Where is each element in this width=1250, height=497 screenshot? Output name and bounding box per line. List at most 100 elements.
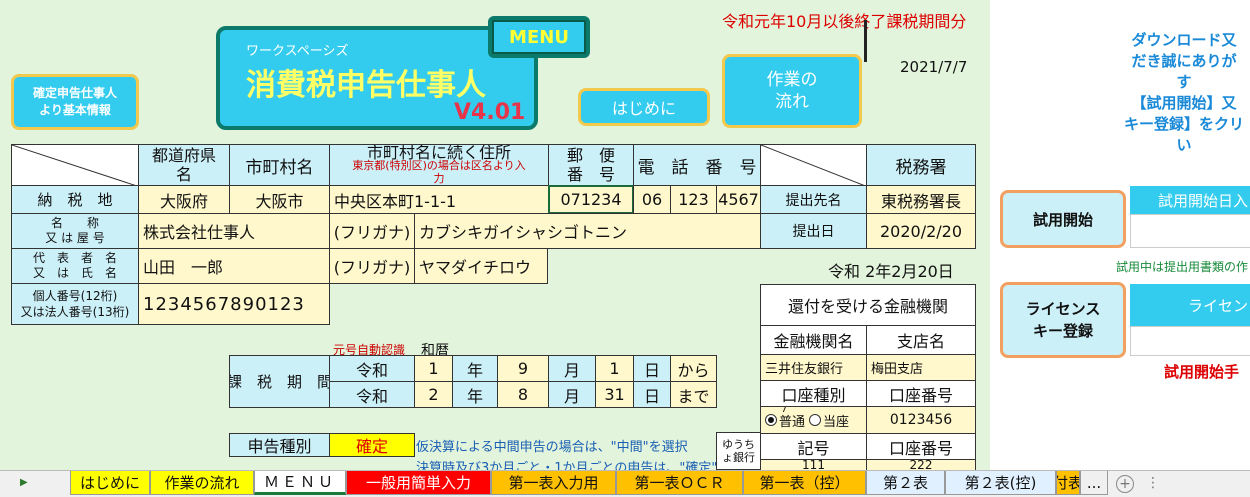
account-number-header: 口座番号	[866, 380, 976, 407]
trial-note: 試用中は提出用書類の作	[1116, 260, 1249, 274]
trial-date-input[interactable]	[1130, 214, 1250, 248]
yucho-number-header: 口座番号	[866, 433, 976, 460]
period-cell[interactable]: 1	[595, 355, 634, 382]
number-label: 個人番号(12桁) 又は法人番号(13桁)	[11, 283, 139, 325]
period-label: 課 税 期 間	[229, 355, 330, 408]
trial-button[interactable]: 試用開始	[1000, 190, 1126, 248]
sheet-tab[interactable]: 付表	[1056, 471, 1080, 495]
sheet-tab[interactable]: ...	[1080, 471, 1108, 495]
address-header: 市町村名に続く住所 東京都(特別区)の場合は区名より入力	[329, 144, 549, 186]
company-kana[interactable]: カブシキガイシャシゴトニン	[414, 213, 761, 249]
small-seven: 7	[781, 406, 788, 415]
bank-title: 還付を受ける金融機関	[760, 284, 976, 326]
basic-info-button[interactable]: 確定申告仕事人 より基本情報	[11, 74, 139, 130]
license-button[interactable]: ライセンス キー登録	[1000, 282, 1126, 358]
corner-cell	[11, 144, 139, 186]
branch-header: 支店名	[866, 325, 976, 355]
diagonal-line	[761, 145, 865, 185]
period-cell[interactable]: まで	[670, 381, 717, 408]
filing-type-label: 申告種別	[229, 433, 330, 457]
sheet-tab[interactable]: 第一表ＯＣＲ	[616, 471, 743, 495]
tax-office-header: 税務署	[866, 144, 976, 186]
pref-header: 都道府県名	[138, 144, 230, 186]
period-cell[interactable]: 2	[414, 381, 453, 408]
filing-type-value[interactable]: 確定	[329, 433, 415, 457]
submit-date-value[interactable]: 2020/2/20	[866, 213, 976, 249]
representative-kana[interactable]: ヤマダイチロウ	[414, 248, 548, 284]
cursor-bar	[864, 20, 867, 62]
name-label: 名 称又 は 屋 号	[11, 213, 139, 249]
symbol-header: 記号	[760, 433, 867, 460]
sheet-tab[interactable]: 作業の流れ	[150, 471, 254, 495]
radio-current[interactable]	[809, 414, 822, 426]
sheet-tab[interactable]: 第２表	[866, 471, 945, 495]
pref-value[interactable]: 大阪府	[138, 185, 230, 214]
period-cell[interactable]: から	[670, 355, 717, 382]
furigana-label: (フリガナ)	[329, 213, 415, 249]
more-options-icon[interactable]: ⋮	[1146, 475, 1160, 491]
address-value[interactable]: 中央区本町1-1-1	[329, 185, 549, 214]
diagonal-line	[12, 145, 136, 185]
date-text: 2021/7/7	[900, 58, 968, 76]
postal-header: 郵 便番 号	[548, 144, 634, 186]
submit-date-label: 提出日	[760, 213, 867, 249]
sheet-area: 令和元年10月以後終了課税期間分 2021/7/7 確定申告仕事人 より基本情報 …	[0, 0, 990, 476]
tab-scroll-right-icon[interactable]: ▶	[20, 477, 28, 488]
phone-1[interactable]: 06	[633, 185, 671, 214]
era-date: 令和 2年2月20日	[828, 262, 954, 281]
corporate-number[interactable]: 1234567890123	[138, 283, 330, 325]
subtitle: ワークスペーシズ	[246, 44, 349, 59]
representative-label: 代 表 者 名又 は 氏 名	[11, 248, 139, 284]
destination-value[interactable]: 東税務署長	[866, 185, 976, 214]
side-panel: ダウンロード又 だき誠にありが す 【試用開始】又 キー登録】をクリ い 試用開…	[990, 0, 1250, 470]
bank-name-value[interactable]: 三井住友銀行	[760, 354, 867, 381]
period-cell[interactable]: 令和	[329, 381, 415, 408]
period-cell: 日	[633, 355, 671, 382]
period-cell[interactable]: 令和	[329, 355, 415, 382]
bank-name-header: 金融機関名	[760, 325, 867, 355]
trial-date-box: 試用開始日入	[1130, 186, 1250, 214]
tax-place-label: 納 税 地	[11, 185, 139, 214]
period-cell[interactable]: 9	[497, 355, 549, 382]
add-sheet-icon[interactable]: +	[1116, 475, 1134, 493]
side-text: ダウンロード又 だき誠にありが す 【試用開始】又 キー登録】をクリ い	[1124, 31, 1245, 154]
company-name[interactable]: 株式会社仕事人	[138, 213, 330, 249]
notice-text: 令和元年10月以後終了課税期間分	[722, 12, 967, 31]
representative-name[interactable]: 山田 一郎	[138, 248, 330, 284]
period-cell[interactable]: 31	[595, 381, 634, 408]
sheet-tab[interactable]: ＭＥＮＵ	[254, 471, 346, 495]
phone-header: 電 話 番 号	[633, 144, 761, 186]
intro-button[interactable]: はじめに	[578, 88, 710, 126]
period-cell[interactable]: 8	[497, 381, 549, 408]
period-cell[interactable]: 1	[414, 355, 453, 382]
postal-value[interactable]: 071234	[548, 185, 634, 214]
phone-3[interactable]: 4567	[716, 185, 761, 214]
version-label: V4.01	[454, 100, 526, 125]
sheet-tab[interactable]: はじめに	[70, 471, 150, 495]
city-header: 市町村名	[229, 144, 330, 186]
period-cell: 年	[452, 355, 498, 382]
destination-label: 提出先名	[760, 185, 867, 214]
phone-2[interactable]: 123	[670, 185, 717, 214]
account-type-header: 口座種別	[760, 380, 867, 407]
furigana-label-2: (フリガナ)	[329, 248, 415, 284]
filing-note-1: 仮決算による中間申告の場合は、"中間"を選択	[416, 440, 688, 455]
branch-value[interactable]: 梅田支店	[866, 354, 976, 381]
trial-procedure-text: 試用開始手	[1164, 363, 1240, 381]
sheet-tab[interactable]: 第一表（控）	[743, 471, 866, 495]
workflow-button[interactable]: 作業の 流れ	[722, 54, 862, 128]
sheet-tab[interactable]: 第一表入力用	[491, 471, 616, 495]
yucho-label: ゆうちょ銀行	[716, 432, 761, 470]
sheet-tab[interactable]: 第２表(控)	[945, 471, 1056, 495]
radio-ordinary[interactable]	[765, 414, 777, 426]
account-number-value[interactable]: 0123456	[866, 406, 976, 434]
sheet-tab[interactable]: 一般用簡単入力	[346, 471, 491, 495]
blank-header	[760, 144, 867, 186]
period-cell: 月	[548, 355, 596, 382]
period-cell: 日	[633, 381, 671, 408]
city-value[interactable]: 大阪市	[229, 185, 330, 214]
menu-button[interactable]: MENU	[488, 16, 590, 58]
period-cell: 月	[548, 381, 596, 408]
license-key-input[interactable]	[1130, 326, 1250, 356]
license-key-box: ライセン	[1130, 284, 1250, 326]
